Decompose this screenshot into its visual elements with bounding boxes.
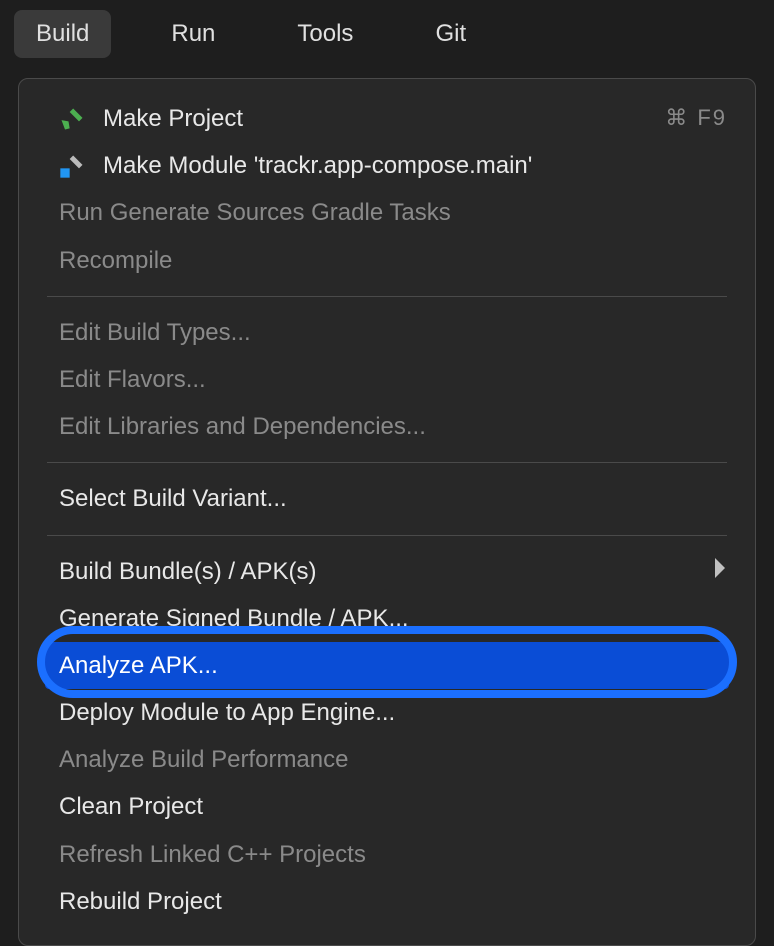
menu-separator: [47, 296, 727, 297]
menu-deploy-module-app-engine[interactable]: Deploy Module to App Engine...: [19, 689, 755, 736]
menu-build-bundles-apks[interactable]: Build Bundle(s) / APK(s): [19, 548, 755, 595]
menu-generate-signed-bundle[interactable]: Generate Signed Bundle / APK...: [19, 595, 755, 642]
menubar-git[interactable]: Git: [413, 10, 488, 58]
menu-clean-project[interactable]: Clean Project: [19, 783, 755, 830]
menu-label: Edit Build Types...: [59, 317, 251, 348]
menu-label: Run Generate Sources Gradle Tasks: [59, 197, 451, 228]
menu-make-module[interactable]: Make Module 'trackr.app-compose.main': [19, 142, 755, 189]
menu-label: Edit Flavors...: [59, 364, 206, 395]
menu-run-generate-sources: Run Generate Sources Gradle Tasks: [19, 189, 755, 236]
menu-refresh-linked-cpp: Refresh Linked C++ Projects: [19, 831, 755, 878]
menu-shortcut: ⌘ F9: [665, 104, 727, 133]
menu-edit-libraries: Edit Libraries and Dependencies...: [19, 403, 755, 450]
menu-label: Refresh Linked C++ Projects: [59, 839, 366, 870]
hammer-blue-icon: [57, 151, 87, 181]
menu-edit-flavors: Edit Flavors...: [19, 356, 755, 403]
menu-label: Analyze APK...: [59, 650, 218, 681]
menubar-build[interactable]: Build: [14, 10, 111, 58]
menubar-tools[interactable]: Tools: [275, 10, 375, 58]
menu-label: Make Module 'trackr.app-compose.main': [103, 150, 532, 181]
menu-rebuild-project[interactable]: Rebuild Project: [19, 878, 755, 925]
menu-analyze-build-performance: Analyze Build Performance: [19, 736, 755, 783]
chevron-right-icon: [713, 557, 727, 586]
menu-label: Edit Libraries and Dependencies...: [59, 411, 426, 442]
menu-label: Build Bundle(s) / APK(s): [59, 556, 316, 587]
menu-label: Select Build Variant...: [59, 483, 287, 514]
menu-select-build-variant[interactable]: Select Build Variant...: [19, 475, 755, 522]
menu-separator: [47, 462, 727, 463]
menu-recompile: Recompile: [19, 237, 755, 284]
menu-analyze-apk[interactable]: Analyze APK...: [45, 642, 729, 689]
menu-separator: [47, 535, 727, 536]
menu-label: Generate Signed Bundle / APK...: [59, 603, 409, 634]
menu-label: Recompile: [59, 245, 172, 276]
menu-label: Deploy Module to App Engine...: [59, 697, 395, 728]
menu-make-project[interactable]: Make Project ⌘ F9: [19, 95, 755, 142]
menu-label: Rebuild Project: [59, 886, 222, 917]
menu-edit-build-types: Edit Build Types...: [19, 309, 755, 356]
build-dropdown: Make Project ⌘ F9 Make Module 'trackr.ap…: [18, 78, 756, 946]
menu-label: Make Project: [103, 103, 243, 134]
menubar-run[interactable]: Run: [149, 10, 237, 58]
menu-label: Clean Project: [59, 791, 203, 822]
hammer-green-icon: [57, 104, 87, 134]
menubar: Build Run Tools Git: [0, 0, 774, 68]
menu-label: Analyze Build Performance: [59, 744, 348, 775]
